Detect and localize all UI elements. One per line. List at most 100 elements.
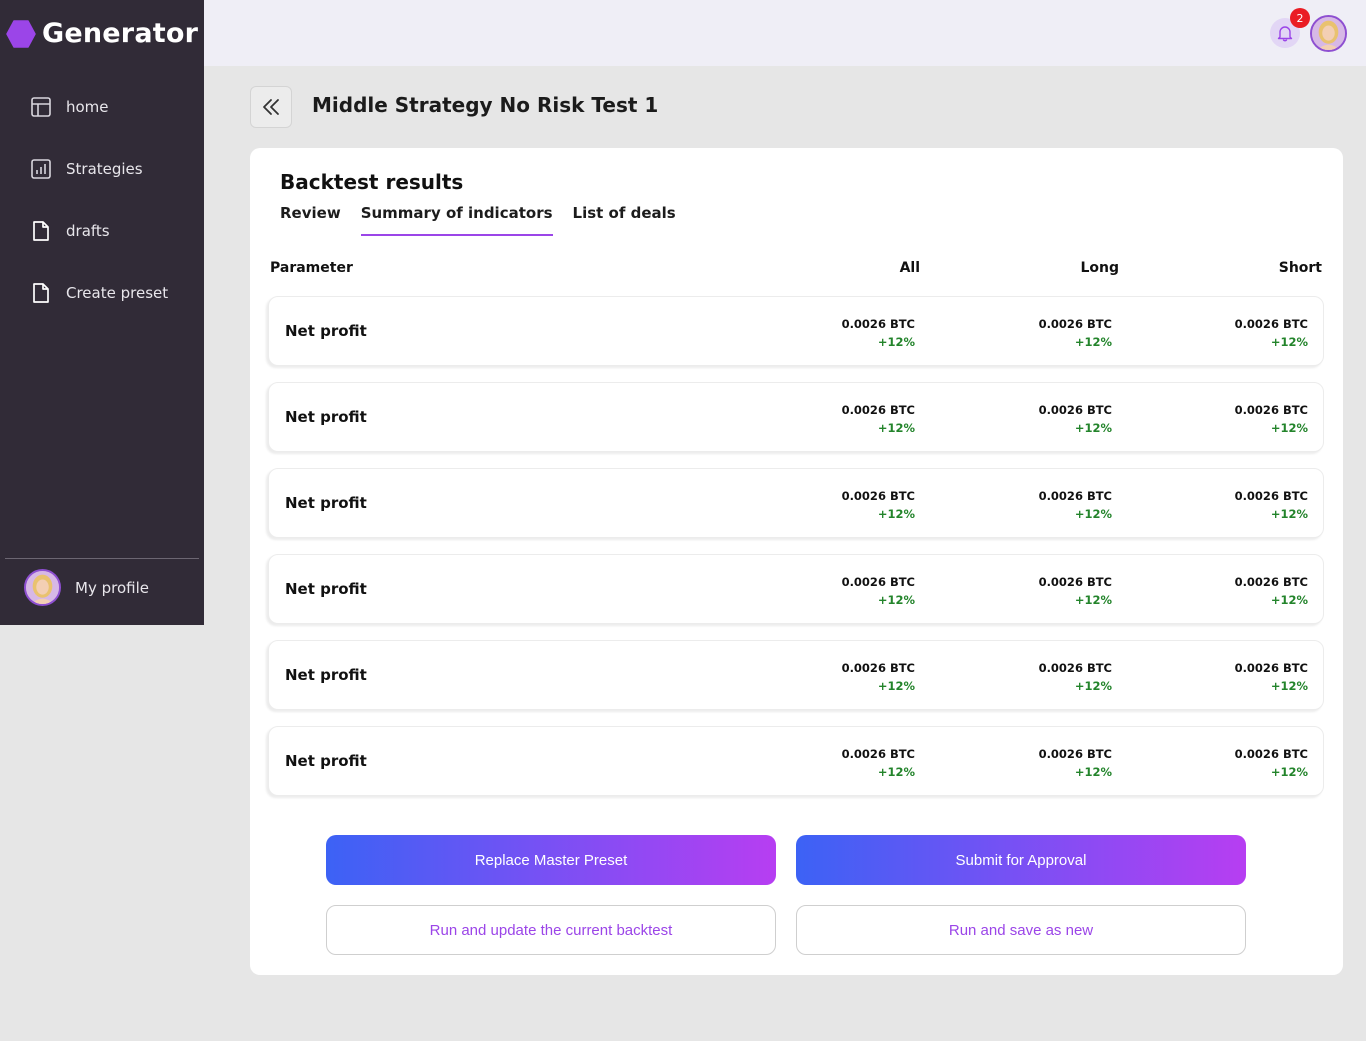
table-row: Net profit 0.0026 BTC +12% 0.0026 BTC +12%… bbox=[268, 726, 1324, 796]
cell-short: 0.0026 BTC +12% bbox=[1235, 315, 1308, 351]
cell-percent: +12% bbox=[1074, 335, 1112, 349]
cell-short: 0.0026 BTC +12% bbox=[1235, 573, 1308, 609]
run-and-save-as-new-button[interactable]: Run and save as new bbox=[796, 905, 1246, 955]
notification-count-badge: 2 bbox=[1290, 8, 1310, 28]
cell-value: 0.0026 BTC bbox=[1234, 575, 1308, 589]
cell-long: 0.0026 BTC +12% bbox=[1039, 573, 1112, 609]
indicator-rows: Net profit 0.0026 BTC +12% 0.0026 BTC +12%… bbox=[268, 296, 1324, 812]
cell-percent: +12% bbox=[1270, 335, 1308, 349]
cell-all: 0.0026 BTC +12% bbox=[842, 401, 915, 437]
cell-percent: +12% bbox=[877, 679, 915, 693]
user-avatar-button[interactable] bbox=[1310, 15, 1347, 52]
cell-percent: +12% bbox=[877, 335, 915, 349]
cell-percent: +12% bbox=[1074, 593, 1112, 607]
column-header-all: All bbox=[899, 260, 920, 276]
cell-value: 0.0026 BTC bbox=[841, 317, 915, 331]
cell-percent: +12% bbox=[1074, 765, 1112, 779]
table-row: Net profit 0.0026 BTC +12% 0.0026 BTC +12%… bbox=[268, 382, 1324, 452]
page-title: Middle Strategy No Risk Test 1 bbox=[312, 93, 659, 117]
row-label: Net profit bbox=[285, 408, 367, 426]
cell-percent: +12% bbox=[877, 421, 915, 435]
cell-value: 0.0026 BTC bbox=[841, 489, 915, 503]
sidebar-item-create-preset[interactable]: Create preset bbox=[0, 262, 204, 324]
hexagon-logo-icon bbox=[6, 19, 36, 48]
backtest-results-card: Backtest results Review Summary of indic… bbox=[250, 148, 1343, 975]
cell-short: 0.0026 BTC +12% bbox=[1235, 659, 1308, 695]
sidebar-divider bbox=[5, 558, 199, 559]
sidebar-item-strategies[interactable]: Strategies bbox=[0, 138, 204, 200]
cell-value: 0.0026 BTC bbox=[1038, 317, 1112, 331]
row-label: Net profit bbox=[285, 752, 367, 770]
cell-value: 0.0026 BTC bbox=[1038, 661, 1112, 675]
tab-list-of-deals[interactable]: List of deals bbox=[573, 204, 676, 236]
document-icon bbox=[33, 221, 49, 241]
run-and-update-button[interactable]: Run and update the current backtest bbox=[326, 905, 776, 955]
sidebar-item-drafts[interactable]: drafts bbox=[0, 200, 204, 262]
top-bar: 2 bbox=[204, 0, 1366, 66]
cell-percent: +12% bbox=[1270, 765, 1308, 779]
cell-value: 0.0026 BTC bbox=[1234, 403, 1308, 417]
bell-icon bbox=[1277, 26, 1293, 42]
row-label: Net profit bbox=[285, 580, 367, 598]
cell-all: 0.0026 BTC +12% bbox=[842, 573, 915, 609]
cell-percent: +12% bbox=[1270, 421, 1308, 435]
cell-percent: +12% bbox=[1074, 679, 1112, 693]
avatar bbox=[24, 569, 61, 606]
table-row: Net profit 0.0026 BTC +12% 0.0026 BTC +12%… bbox=[268, 640, 1324, 710]
cell-value: 0.0026 BTC bbox=[1038, 575, 1112, 589]
replace-master-preset-button[interactable]: Replace Master Preset bbox=[326, 835, 776, 885]
cell-value: 0.0026 BTC bbox=[1234, 317, 1308, 331]
my-profile-label: My profile bbox=[75, 578, 149, 597]
cell-percent: +12% bbox=[1270, 507, 1308, 521]
bar-chart-icon bbox=[31, 159, 51, 179]
cell-all: 0.0026 BTC +12% bbox=[842, 659, 915, 695]
cell-all: 0.0026 BTC +12% bbox=[842, 315, 915, 351]
cell-long: 0.0026 BTC +12% bbox=[1039, 487, 1112, 523]
table-row: Net profit 0.0026 BTC +12% 0.0026 BTC +12%… bbox=[268, 468, 1324, 538]
cell-percent: +12% bbox=[1074, 421, 1112, 435]
sidebar: Generator home Strategies drafts Create … bbox=[0, 0, 204, 625]
back-button[interactable] bbox=[250, 86, 292, 128]
row-label: Net profit bbox=[285, 322, 367, 340]
cell-percent: +12% bbox=[1270, 679, 1308, 693]
sidebar-item-label: home bbox=[66, 98, 109, 116]
app-name: Generator bbox=[42, 18, 199, 49]
cell-long: 0.0026 BTC +12% bbox=[1039, 401, 1112, 437]
cell-value: 0.0026 BTC bbox=[1234, 661, 1308, 675]
cell-value: 0.0026 BTC bbox=[841, 403, 915, 417]
cell-percent: +12% bbox=[877, 593, 915, 607]
cell-value: 0.0026 BTC bbox=[1038, 489, 1112, 503]
cell-percent: +12% bbox=[1270, 593, 1308, 607]
app-logo[interactable]: Generator bbox=[6, 18, 198, 49]
cell-short: 0.0026 BTC +12% bbox=[1235, 401, 1308, 437]
double-chevron-left-icon bbox=[263, 99, 279, 115]
cell-long: 0.0026 BTC +12% bbox=[1039, 315, 1112, 351]
sidebar-nav: home Strategies drafts Create preset bbox=[0, 76, 204, 324]
cell-value: 0.0026 BTC bbox=[841, 575, 915, 589]
column-header-long: Long bbox=[1080, 260, 1119, 276]
cell-percent: +12% bbox=[877, 765, 915, 779]
submit-for-approval-button[interactable]: Submit for Approval bbox=[796, 835, 1246, 885]
cell-short: 0.0026 BTC +12% bbox=[1235, 487, 1308, 523]
tab-summary-of-indicators[interactable]: Summary of indicators bbox=[360, 204, 553, 236]
column-header-short: Short bbox=[1278, 260, 1322, 276]
cell-long: 0.0026 BTC +12% bbox=[1039, 745, 1112, 781]
cell-value: 0.0026 BTC bbox=[841, 747, 915, 761]
row-label: Net profit bbox=[285, 494, 367, 512]
card-title: Backtest results bbox=[280, 170, 464, 194]
results-tabs: Review Summary of indicators List of dea… bbox=[280, 204, 676, 236]
row-label: Net profit bbox=[285, 666, 367, 684]
cell-short: 0.0026 BTC +12% bbox=[1235, 745, 1308, 781]
sidebar-item-label: drafts bbox=[66, 222, 110, 240]
sidebar-item-home[interactable]: home bbox=[0, 76, 204, 138]
cell-percent: +12% bbox=[877, 507, 915, 521]
cell-value: 0.0026 BTC bbox=[1038, 403, 1112, 417]
tab-review[interactable]: Review bbox=[280, 204, 341, 236]
sidebar-item-label: Create preset bbox=[66, 284, 169, 302]
my-profile-link[interactable]: My profile bbox=[24, 569, 149, 606]
document-icon bbox=[33, 283, 49, 303]
cell-value: 0.0026 BTC bbox=[1234, 747, 1308, 761]
cell-all: 0.0026 BTC +12% bbox=[842, 745, 915, 781]
table-row: Net profit 0.0026 BTC +12% 0.0026 BTC +12%… bbox=[268, 554, 1324, 624]
column-header-parameter: Parameter bbox=[270, 260, 353, 276]
